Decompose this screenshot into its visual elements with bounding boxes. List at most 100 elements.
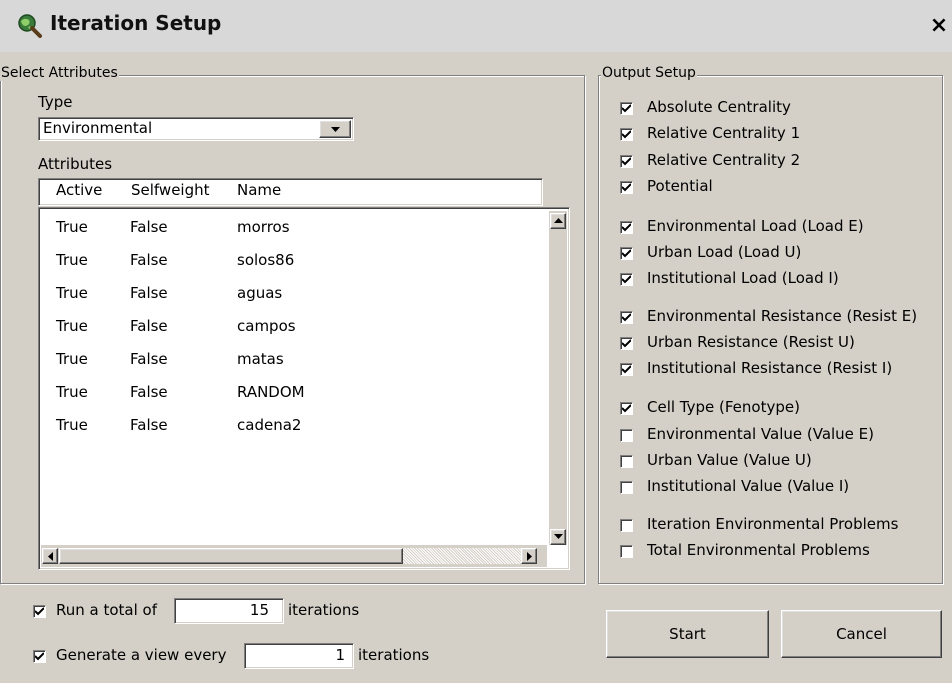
cell-selfweight: False — [130, 284, 168, 302]
generate-view-input[interactable]: 1 — [244, 643, 354, 669]
cell-selfweight: False — [130, 218, 168, 236]
output-option-label: Environmental Resistance (Resist E) — [647, 307, 918, 325]
cell-active: True — [56, 251, 88, 269]
cell-name: campos — [237, 317, 296, 335]
table-row[interactable]: True False morros — [39, 212, 539, 245]
output-option-checkbox[interactable] — [620, 363, 633, 376]
close-button[interactable]: × — [926, 12, 952, 40]
output-option-checkbox[interactable] — [620, 181, 633, 194]
arrow-right-icon — [527, 552, 532, 561]
output-option-checkbox[interactable] — [620, 481, 633, 494]
checkmark-icon — [622, 157, 631, 166]
checkmark-icon — [622, 130, 631, 139]
output-option-checkbox[interactable] — [620, 128, 633, 141]
output-option-checkbox[interactable] — [620, 247, 633, 260]
table-row[interactable]: True False aguas — [39, 278, 539, 311]
cell-selfweight: False — [130, 350, 168, 368]
cell-name: solos86 — [237, 251, 295, 269]
run-total-value: 15 — [249, 601, 269, 619]
output-option-label: Absolute Centrality — [647, 98, 791, 116]
column-header-selfweight[interactable]: Selfweight — [131, 181, 210, 199]
run-total-label: Run a total of — [56, 601, 158, 619]
checkmark-icon — [622, 313, 631, 322]
checkmark-icon — [35, 652, 44, 661]
output-option-checkbox[interactable] — [620, 337, 633, 350]
output-option-label: Urban Load (Load U) — [647, 243, 802, 261]
output-option-label: Environmental Value (Value E) — [647, 425, 875, 443]
horizontal-scroll-track[interactable] — [403, 548, 521, 564]
output-option-label: Relative Centrality 2 — [647, 151, 801, 169]
attributes-label: Attributes — [38, 155, 113, 173]
checkmark-icon — [622, 249, 631, 258]
output-option-label: Total Environmental Problems — [647, 541, 870, 559]
horizontal-scroll-thumb[interactable] — [59, 548, 403, 564]
checkmark-icon — [622, 223, 631, 232]
chevron-down-icon — [331, 127, 340, 132]
generate-view-checkbox[interactable] — [33, 650, 46, 663]
start-button[interactable]: Start — [606, 610, 769, 658]
cell-active: True — [56, 218, 88, 236]
table-row[interactable]: True False campos — [39, 311, 539, 344]
run-total-checkbox[interactable] — [33, 605, 46, 618]
output-option-checkbox[interactable] — [620, 455, 633, 468]
cancel-button[interactable]: Cancel — [781, 610, 942, 658]
run-total-input[interactable]: 15 — [174, 598, 284, 624]
output-option-label: Relative Centrality 1 — [647, 124, 801, 142]
cell-active: True — [56, 284, 88, 302]
horizontal-scrollbar[interactable] — [41, 545, 547, 567]
cell-active: True — [56, 416, 88, 434]
table-row[interactable]: True False RANDOM — [39, 377, 539, 410]
scroll-left-button[interactable] — [42, 548, 58, 564]
output-option-label: Urban Resistance (Resist U) — [647, 333, 855, 351]
output-option-checkbox[interactable] — [620, 519, 633, 532]
table-row[interactable]: True False cadena2 — [39, 410, 539, 443]
output-option-checkbox[interactable] — [620, 429, 633, 442]
cell-selfweight: False — [130, 416, 168, 434]
window-title: Iteration Setup — [50, 11, 222, 35]
output-option-label: Urban Value (Value U) — [647, 451, 812, 469]
output-option-label: Institutional Load (Load I) — [647, 269, 839, 287]
vertical-scrollbar[interactable] — [549, 211, 567, 545]
output-option-checkbox[interactable] — [620, 102, 633, 115]
output-option-checkbox[interactable] — [620, 221, 633, 234]
cancel-button-label: Cancel — [836, 625, 887, 643]
column-header-active[interactable]: Active — [56, 181, 102, 199]
table-row[interactable]: True False matas — [39, 344, 539, 377]
scroll-down-button[interactable] — [550, 529, 566, 545]
table-row[interactable]: True False solos86 — [39, 245, 539, 278]
checkmark-icon — [35, 607, 44, 616]
output-option-checkbox[interactable] — [620, 273, 633, 286]
output-option-label: Iteration Environmental Problems — [647, 515, 899, 533]
checkmark-icon — [622, 339, 631, 348]
output-option-label: Institutional Value (Value I) — [647, 477, 850, 495]
generate-view-value: 1 — [335, 646, 345, 664]
output-option-label: Potential — [647, 177, 713, 195]
attributes-table[interactable]: True False morros True False solos86 True False… — [38, 207, 570, 570]
cell-selfweight: False — [130, 383, 168, 401]
cell-active: True — [56, 317, 88, 335]
arrow-down-icon — [554, 534, 563, 539]
generate-view-suffix: iterations — [358, 646, 430, 664]
arrow-up-icon — [554, 218, 563, 223]
cell-active: True — [56, 383, 88, 401]
output-setup-legend: Output Setup — [601, 65, 697, 81]
cell-name: RANDOM — [237, 383, 305, 401]
scroll-right-button[interactable] — [521, 548, 537, 564]
output-option-checkbox[interactable] — [620, 545, 633, 558]
output-option-label: Institutional Resistance (Resist I) — [647, 359, 893, 377]
checkmark-icon — [622, 404, 631, 413]
select-attributes-legend: Select Attributes — [0, 65, 119, 81]
scroll-up-button[interactable] — [550, 213, 566, 229]
output-option-checkbox[interactable] — [620, 402, 633, 415]
output-option-checkbox[interactable] — [620, 155, 633, 168]
column-header-name[interactable]: Name — [237, 181, 281, 199]
dropdown-arrow-button[interactable] — [319, 120, 351, 138]
type-dropdown[interactable]: Environmental — [38, 117, 354, 141]
cell-name: matas — [237, 350, 284, 368]
type-label: Type — [38, 93, 73, 111]
arrow-left-icon — [48, 552, 53, 561]
output-option-checkbox[interactable] — [620, 311, 633, 324]
cell-selfweight: False — [130, 317, 168, 335]
checkmark-icon — [622, 365, 631, 374]
globe-magnifier-icon — [16, 12, 42, 38]
